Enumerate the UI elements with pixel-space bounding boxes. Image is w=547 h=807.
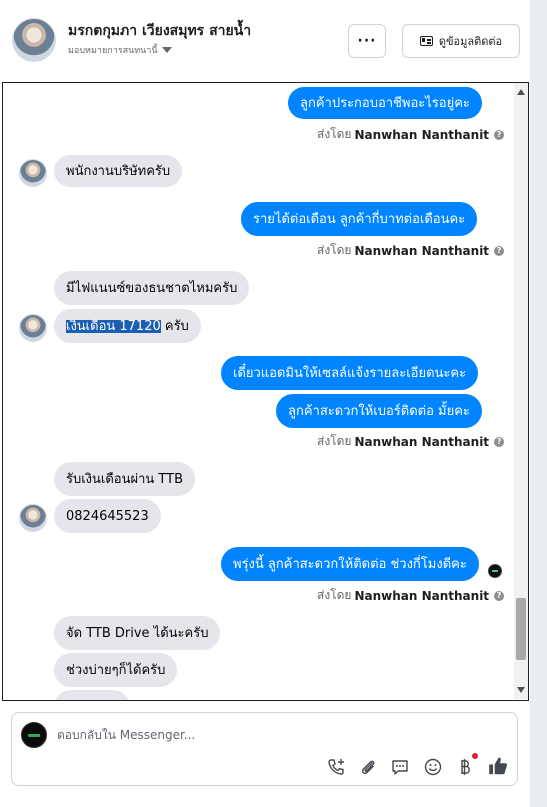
message-bubble-outgoing[interactable]: ลูกค้าประกอบอาชีพอะไรอยู่คะ	[288, 87, 482, 119]
page-avatar	[21, 722, 47, 748]
thread-scrollbar[interactable]	[514, 83, 528, 699]
baht-payment-icon[interactable]	[455, 757, 475, 777]
message-bubble-incoming-partial[interactable]	[54, 690, 130, 700]
thumbs-up-icon[interactable]	[487, 755, 509, 777]
message-bubble-outgoing[interactable]: ลูกค้าสะดวกให้เบอร์ติดต่อ มั้ยคะ	[276, 394, 482, 428]
agent-name: Nanwhan Nanthanit	[354, 243, 490, 258]
info-icon[interactable]: ?	[494, 245, 505, 256]
message-bubble-incoming[interactable]: ช่วงบ่ายๆก็ได้ครับ	[54, 653, 178, 687]
id-card-icon	[419, 36, 433, 46]
message-text: ครับ	[160, 318, 189, 334]
message-bubble-incoming[interactable]: เงินเดือน 17120 ครับ	[54, 309, 201, 343]
contact-avatar[interactable]	[12, 18, 56, 62]
view-contact-info-button[interactable]: ดูข้อมูลติดต่อ	[402, 24, 520, 58]
reply-input[interactable]	[57, 725, 497, 745]
assign-conversation-dropdown[interactable]: มอบหมายการสนทนานี้	[68, 43, 172, 57]
sent-by-label: ส่งโดย Nanwhan Nanthanit ?	[317, 241, 505, 260]
message-bubble-outgoing[interactable]: รายได้ต่อเดือน ลูกค้ากี่บาทต่อเดือนคะ	[241, 202, 478, 236]
sent-by-prefix: ส่งโดย	[317, 434, 352, 448]
message-bubble-outgoing[interactable]: พรุ่งนี้ ลูกค้าสะดวกให้ติดต่อ ช่วงกี่โมง…	[221, 547, 479, 581]
agent-name: Nanwhan Nanthanit	[354, 434, 490, 449]
message-bubble-outgoing[interactable]: เดี๋ยวแอดมินให้เซลล์แจ้งรายละเอียดนะคะ	[221, 356, 479, 390]
assign-label: มอบหมายการสนทนานี้	[68, 46, 158, 56]
contact-avatar-small[interactable]	[19, 314, 47, 342]
saved-reply-icon[interactable]	[390, 757, 410, 777]
messenger-panel: มรกตกุมภา เวียงสมุทร สายน้ำ มอบหมายการสน…	[0, 0, 530, 807]
info-icon[interactable]: ?	[494, 590, 505, 601]
sent-by-label: ส่งโดย Nanwhan Nanthanit ?	[317, 586, 505, 605]
attachment-icon[interactable]	[358, 757, 378, 777]
contact-avatar-small[interactable]	[19, 159, 47, 187]
emoji-icon[interactable]	[423, 757, 443, 777]
scroll-down-arrow-icon[interactable]	[517, 687, 525, 693]
seen-indicator-avatar	[488, 564, 502, 578]
info-icon[interactable]: ?	[494, 129, 505, 140]
scroll-up-arrow-icon[interactable]	[517, 89, 525, 95]
message-bubble-incoming[interactable]: รับเงินเดือนผ่าน TTB	[54, 462, 195, 496]
selected-text: เงินเดือน 17120	[66, 318, 161, 334]
conversation-header: มรกตกุมภา เวียงสมุทร สายน้ำ มอบหมายการสน…	[0, 0, 530, 82]
message-bubble-incoming[interactable]: 0824645523	[54, 499, 161, 533]
caret-down-icon	[161, 47, 172, 53]
contact-name[interactable]: มรกตกุมภา เวียงสมุทร สายน้ำ	[68, 20, 251, 42]
message-bubble-incoming[interactable]: จัด TTB Drive ได้นะครับ	[54, 616, 221, 650]
agent-name: Nanwhan Nanthanit	[354, 127, 490, 142]
sent-by-prefix: ส่งโดย	[317, 127, 352, 141]
call-add-icon[interactable]	[326, 757, 346, 777]
notification-dot	[472, 753, 478, 759]
sent-by-prefix: ส่งโดย	[317, 243, 352, 257]
sent-by-prefix: ส่งโดย	[317, 588, 352, 602]
info-icon[interactable]: ?	[494, 436, 505, 447]
agent-name: Nanwhan Nanthanit	[354, 588, 490, 603]
view-contact-info-label: ดูข้อมูลติดต่อ	[438, 35, 503, 48]
message-thread[interactable]: ลูกค้าประกอบอาชีพอะไรอยู่คะ ส่งโดย Nanwh…	[2, 82, 529, 701]
message-bubble-incoming[interactable]: พนักงานบริษัทครับ	[54, 155, 183, 187]
more-options-button[interactable]: ···	[348, 24, 386, 58]
scrollbar-thumb[interactable]	[516, 598, 526, 660]
sent-by-label: ส่งโดย Nanwhan Nanthanit ?	[317, 125, 505, 144]
message-bubble-incoming[interactable]: มีไฟแนนซ์ของธนชาตไหมครับ	[54, 271, 250, 305]
sent-by-label: ส่งโดย Nanwhan Nanthanit ?	[317, 432, 505, 451]
contact-avatar-small[interactable]	[19, 504, 47, 532]
reply-composer	[11, 712, 518, 786]
